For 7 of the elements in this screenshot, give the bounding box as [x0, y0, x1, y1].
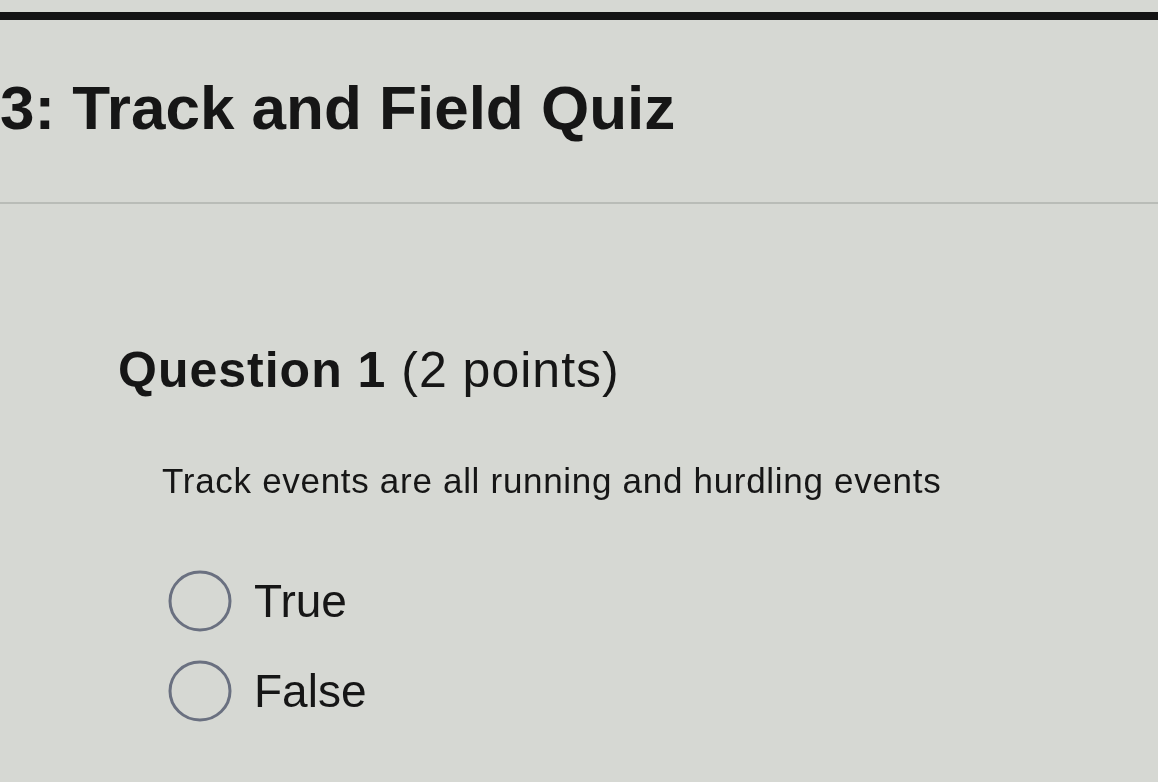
question-heading: Question 1 (2 points)	[118, 341, 621, 399]
radio-button-icon[interactable]	[168, 660, 232, 722]
option-label[interactable]: True	[254, 573, 347, 629]
quiz-title: 3: Track and Field Quiz	[0, 74, 677, 142]
option-label[interactable]: False	[254, 663, 367, 719]
question-text: Track events are all running and hurdling events	[162, 460, 943, 502]
radio-button-icon[interactable]	[168, 570, 232, 632]
